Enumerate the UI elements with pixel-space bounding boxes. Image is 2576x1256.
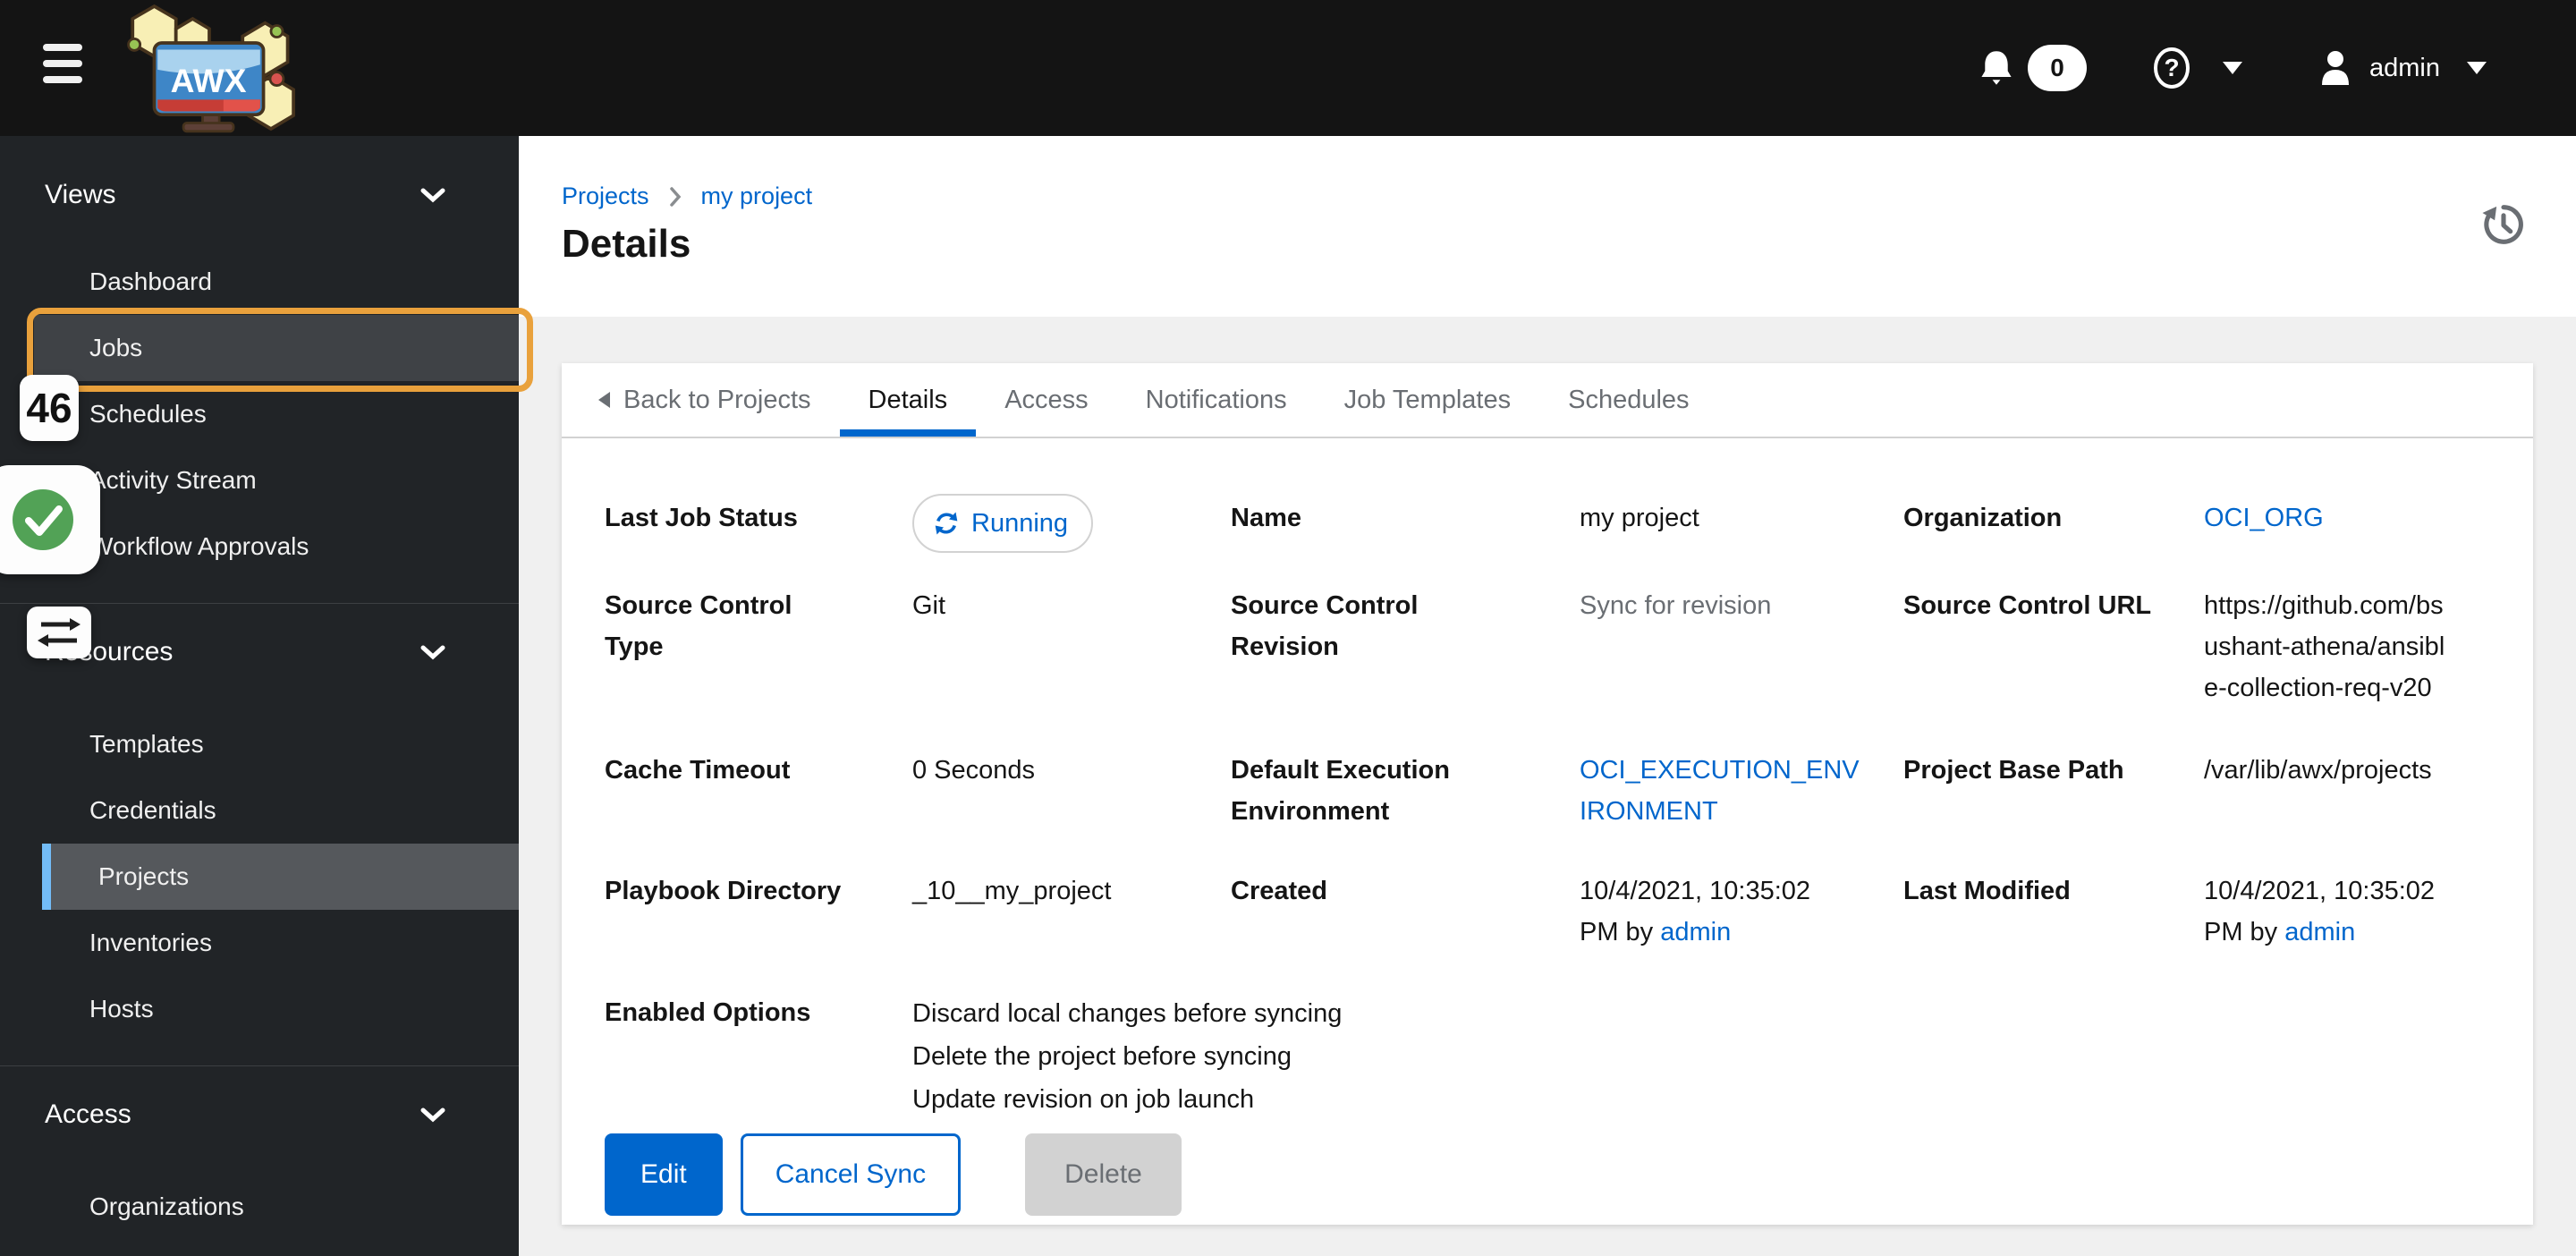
sidebar-item-dashboard[interactable]: Dashboard: [0, 249, 519, 315]
tab-label: Back to Projects: [623, 385, 811, 414]
sync-icon: [935, 512, 958, 535]
field-label-source-control-type: Source Control Type: [605, 591, 792, 661]
status-label: Running: [971, 509, 1069, 538]
sidebar-divider: [0, 603, 519, 604]
field-label-playbook-directory: Playbook Directory: [605, 877, 842, 905]
cancel-sync-button[interactable]: Cancel Sync: [740, 1133, 962, 1216]
field-label-enabled-options: Enabled Options: [605, 998, 811, 1027]
nav-group-access[interactable]: Access: [0, 1088, 519, 1141]
field-label-last-job-status: Last Job Status: [605, 504, 798, 532]
step-number-badge: 46: [20, 375, 79, 441]
tab-notifications[interactable]: Notifications: [1117, 363, 1316, 437]
nav-group-label: Views: [45, 180, 116, 209]
page-header: Projects my project Details: [519, 136, 2576, 317]
tab-schedules[interactable]: Schedules: [1539, 363, 1717, 437]
help-icon: ?: [2154, 47, 2190, 89]
back-arrow-icon: [597, 391, 611, 409]
masthead: AWX 0 ? admin: [0, 0, 2576, 136]
user-menu-button[interactable]: [2319, 49, 2351, 87]
field-value-created: 10/4/2021, 10:35:02 PM by admin: [1580, 877, 1811, 946]
notification-count-badge: 0: [2028, 45, 2087, 91]
awx-logo-graphic: AWX: [127, 4, 295, 133]
sidebar-item-hosts[interactable]: Hosts: [0, 976, 519, 1042]
status-badge[interactable]: Running: [912, 494, 1094, 553]
help-button[interactable]: ?: [2151, 47, 2192, 89]
nav-group-label: Access: [45, 1099, 131, 1129]
field-value-cache-timeout: 0 Seconds: [912, 756, 1036, 785]
delete-button[interactable]: Delete: [1025, 1133, 1182, 1216]
field-label-source-control-url: Source Control URL: [1903, 591, 2152, 620]
breadcrumb-separator-icon: [669, 186, 682, 208]
organization-link[interactable]: OCI_ORG: [2204, 504, 2324, 532]
sidebar-item-credentials[interactable]: Credentials: [0, 777, 519, 844]
field-label-name: Name: [1231, 504, 1301, 532]
awx-logo[interactable]: AWX: [123, 0, 307, 136]
masthead-toolbar: 0 ? admin: [1979, 0, 2487, 136]
check-icon: [13, 489, 73, 550]
enabled-option: Discard local changes before syncing: [912, 999, 1343, 1028]
user-icon: [2322, 51, 2349, 85]
caret-down-icon: [2467, 62, 2487, 74]
sidebar-item-inventories[interactable]: Inventories: [0, 910, 519, 976]
sidebar-nav: Views Dashboard Jobs Schedules Activity …: [0, 136, 519, 1256]
tab-back-to-projects[interactable]: Back to Projects: [569, 363, 840, 437]
sidebar-divider: [0, 1065, 519, 1066]
field-value-source-control-type: Git: [912, 591, 946, 620]
tab-access[interactable]: Access: [976, 363, 1116, 437]
sidebar-item-templates[interactable]: Templates: [0, 711, 519, 777]
field-label-organization: Organization: [1903, 504, 2063, 532]
details-card: Back to Projects Details Access Notifica…: [562, 363, 2533, 1225]
created-by-link[interactable]: admin: [1660, 918, 1731, 946]
enabled-option: Update revision on job launch: [912, 1085, 1255, 1114]
chevron-down-icon: [420, 188, 445, 202]
nav-group-views[interactable]: Views: [0, 168, 519, 222]
field-label-source-control-revision: Source Control Revision: [1231, 591, 1419, 661]
field-label-default-execution-environment: Default Execution Environment: [1231, 756, 1450, 826]
user-menu-toggle[interactable]: [2467, 62, 2487, 74]
field-value-name: my project: [1580, 504, 1699, 532]
history-icon: [2482, 205, 2523, 244]
sidebar-item-projects[interactable]: Projects: [42, 844, 519, 910]
svg-text:?: ?: [2164, 54, 2179, 81]
field-label-last-modified: Last Modified: [1903, 877, 2071, 905]
help-menu-toggle[interactable]: [2223, 62, 2242, 74]
breadcrumb-link-current[interactable]: my project: [701, 182, 813, 210]
tab-job-templates[interactable]: Job Templates: [1316, 363, 1539, 437]
action-bar: Edit Cancel Sync Delete: [605, 1133, 2490, 1216]
breadcrumb: Projects my project: [562, 182, 812, 210]
field-value-playbook-directory: _10__my_project: [912, 877, 1112, 905]
enabled-options-list: Discard local changes before syncing Del…: [912, 992, 2490, 1121]
execution-environment-link[interactable]: OCI_EXECUTION_ENVIRONMENT: [1580, 750, 1866, 832]
tab-bar: Back to Projects Details Access Notifica…: [562, 363, 2533, 438]
sidebar-item-organizations[interactable]: Organizations: [0, 1174, 519, 1240]
details-list: Last Job Status Running Name my project …: [562, 438, 2533, 1216]
enabled-option: Delete the project before syncing: [912, 1042, 1292, 1071]
field-value-project-base-path: /var/lib/awx/projects: [2204, 756, 2432, 785]
page-title: Details: [562, 222, 691, 266]
swap-annotation: [27, 607, 91, 658]
notifications-button[interactable]: [1979, 49, 2013, 87]
field-label-project-base-path: Project Base Path: [1903, 756, 2124, 785]
modified-by-link[interactable]: admin: [2284, 918, 2355, 946]
username-label: admin: [2369, 53, 2440, 82]
field-label-cache-timeout: Cache Timeout: [605, 756, 791, 785]
tab-details[interactable]: Details: [839, 363, 977, 437]
bell-icon: [1981, 51, 2012, 85]
chevron-down-icon: [420, 645, 445, 659]
breadcrumb-link-projects[interactable]: Projects: [562, 182, 649, 210]
chevron-down-icon: [420, 1107, 445, 1122]
field-value-source-control-url: https://github.com/bsushant-athena/ansib…: [2204, 591, 2445, 702]
sidebar-item-jobs[interactable]: Jobs: [34, 315, 519, 381]
history-button[interactable]: [2478, 199, 2529, 253]
svg-text:AWX: AWX: [171, 62, 247, 99]
caret-down-icon: [2223, 62, 2242, 74]
field-value-last-modified: 10/4/2021, 10:35:02 PM by admin: [2204, 877, 2436, 946]
success-check-annotation: [0, 465, 100, 574]
field-label-created: Created: [1231, 877, 1327, 905]
edit-button[interactable]: Edit: [605, 1133, 723, 1216]
field-value-source-control-revision: Sync for revision: [1580, 591, 1772, 620]
hamburger-menu-icon[interactable]: [43, 39, 93, 97]
swap-arrows-icon: [38, 618, 80, 647]
